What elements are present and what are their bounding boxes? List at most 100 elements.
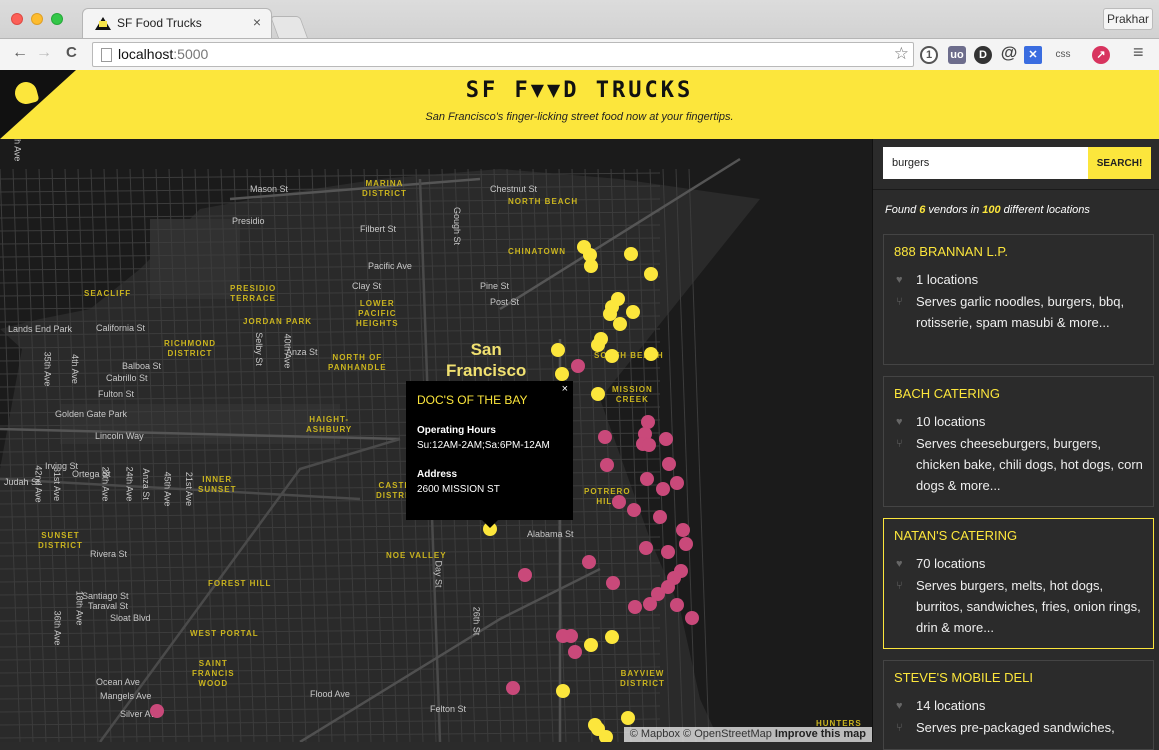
vendor-serves-text: Serves garlic noodles, burgers, bbq, rot… xyxy=(916,294,1125,330)
truck-marker[interactable] xyxy=(659,432,673,446)
map[interactable]: Mason St Chestnut St Filbert St Gough St Pac… xyxy=(0,139,872,742)
vendor-locations: ♥ 14 locations xyxy=(894,695,1143,716)
truck-marker[interactable] xyxy=(518,568,532,582)
vendor-card[interactable]: STEVE'S MOBILE DELI ♥ 14 locations ⑂ Serve… xyxy=(883,660,1154,750)
truck-marker[interactable] xyxy=(584,638,598,652)
truck-marker[interactable] xyxy=(621,711,635,725)
tab-close-icon[interactable]: × xyxy=(253,14,261,30)
vendor-card[interactable]: 888 BRANNAN L.P. ♥ 1 locations ⑂ Serves ga… xyxy=(883,234,1154,365)
bookmark-star-icon[interactable]: ☆ xyxy=(894,44,909,64)
truck-marker[interactable] xyxy=(612,495,626,509)
truck-marker[interactable] xyxy=(643,597,657,611)
truck-marker[interactable] xyxy=(582,555,596,569)
window-maximize-button[interactable] xyxy=(51,13,63,25)
page-icon xyxy=(101,48,112,62)
popup-close-icon[interactable]: × xyxy=(562,383,568,395)
truck-marker[interactable] xyxy=(670,598,684,612)
extension-d-icon[interactable]: D xyxy=(974,46,992,64)
menu-icon[interactable]: ≡ xyxy=(1133,42,1144,63)
url-port: :5000 xyxy=(173,46,209,62)
reload-icon[interactable]: C xyxy=(66,44,77,61)
extension-css-icon[interactable]: css xyxy=(1050,46,1076,64)
truck-marker[interactable] xyxy=(679,537,693,551)
truck-marker[interactable] xyxy=(605,630,619,644)
cutlery-icon: ⑂ xyxy=(896,722,903,734)
vendor-card-active[interactable]: NATAN'S CATERING ♥ 70 locations ⑂ Serves b… xyxy=(883,518,1154,649)
vendor-locations-text: 1 locations xyxy=(916,272,979,287)
vendor-locations: ♥ 1 locations xyxy=(894,269,1143,290)
truck-popup: × DOC'S OF THE BAY Operating Hours Su:12… xyxy=(406,381,573,528)
truck-marker[interactable] xyxy=(642,438,656,452)
truck-marker[interactable] xyxy=(603,307,617,321)
truck-marker[interactable] xyxy=(685,611,699,625)
window-minimize-button[interactable] xyxy=(31,13,43,25)
truck-marker[interactable] xyxy=(556,629,570,643)
vendor-name: BACH CATERING xyxy=(894,386,1000,401)
popup-address-label: Address xyxy=(417,469,458,480)
search-input[interactable] xyxy=(883,147,1088,179)
map-attribution: © Mapbox © OpenStreetMap Improve this ma… xyxy=(623,727,872,742)
forward-arrow-icon[interactable]: → xyxy=(36,44,52,62)
truck-marker[interactable] xyxy=(150,704,164,718)
truck-marker[interactable] xyxy=(556,684,570,698)
truck-marker[interactable] xyxy=(656,482,670,496)
truck-marker[interactable] xyxy=(506,681,520,695)
truck-marker[interactable] xyxy=(568,645,582,659)
vendor-locations: ♥ 10 locations xyxy=(894,411,1143,432)
extension-1-icon[interactable]: 1 xyxy=(920,46,938,64)
truck-marker[interactable] xyxy=(613,317,627,331)
vendor-card[interactable]: BACH CATERING ♥ 10 locations ⑂ Serves chee… xyxy=(883,376,1154,507)
truck-marker[interactable] xyxy=(644,267,658,281)
vendor-serves: ⑂ Serves garlic noodles, burgers, bbq, ro… xyxy=(894,291,1143,333)
truck-marker[interactable] xyxy=(555,367,569,381)
window-close-button[interactable] xyxy=(11,13,23,25)
popup-title: DOC'S OF THE BAY xyxy=(417,393,528,407)
extension-at-icon[interactable]: @ xyxy=(1000,44,1018,62)
truck-marker[interactable] xyxy=(624,247,638,261)
back-arrow-icon[interactable]: ← xyxy=(12,44,28,62)
truck-marker[interactable] xyxy=(641,415,655,429)
search-button[interactable]: SEARCH! xyxy=(1088,147,1151,179)
vendor-serves: ⑂ Serves burgers, melts, hot dogs, burrit… xyxy=(894,575,1143,638)
truck-marker[interactable] xyxy=(653,510,667,524)
truck-marker[interactable] xyxy=(571,359,585,373)
truck-marker[interactable] xyxy=(670,476,684,490)
browser-chrome: SF Food Trucks × Prakhar ← → C localhost… xyxy=(0,0,1159,70)
truck-marker[interactable] xyxy=(639,541,653,555)
truck-marker[interactable] xyxy=(598,430,612,444)
location-pin-icon: ♥ xyxy=(896,700,903,712)
profile-button[interactable]: Prakhar xyxy=(1103,8,1153,30)
sidebar: SEARCH! Found 6 vendors in 100 different… xyxy=(872,139,1159,750)
address-bar[interactable]: localhost:5000 ☆ xyxy=(92,42,914,67)
truck-marker[interactable] xyxy=(661,545,675,559)
truck-marker[interactable] xyxy=(644,347,658,361)
truck-marker[interactable] xyxy=(626,305,640,319)
extension-ublock-icon[interactable]: uo xyxy=(948,46,966,64)
truck-marker[interactable] xyxy=(628,600,642,614)
truck-marker[interactable] xyxy=(591,387,605,401)
vendor-locations-text: 10 locations xyxy=(916,414,986,429)
improve-map-link[interactable]: Improve this map xyxy=(775,728,866,740)
tab-sf-food-trucks[interactable]: SF Food Trucks × xyxy=(82,8,272,38)
truck-marker[interactable] xyxy=(640,472,654,486)
truck-marker[interactable] xyxy=(662,457,676,471)
truck-marker[interactable] xyxy=(551,343,565,357)
attribution-text: © Mapbox © OpenStreetMap xyxy=(629,728,772,740)
extension-trend-icon[interactable]: ↗ xyxy=(1092,46,1110,64)
vendor-locations-text: 70 locations xyxy=(916,556,986,571)
found-middle: vendors in xyxy=(925,204,983,216)
url-host: localhost xyxy=(118,46,174,62)
truck-marker[interactable] xyxy=(591,338,605,352)
truck-marker[interactable] xyxy=(600,458,614,472)
truck-marker[interactable] xyxy=(605,349,619,363)
url-text: localhost:5000 xyxy=(118,46,208,62)
app-header: SF F▼▼D TRUCKS San Francisco's finger-li… xyxy=(0,70,1159,139)
truck-marker[interactable] xyxy=(676,523,690,537)
new-tab-button[interactable] xyxy=(269,16,309,38)
location-pin-icon: ♥ xyxy=(896,416,903,428)
truck-marker[interactable] xyxy=(584,259,598,273)
divider xyxy=(873,189,1159,190)
truck-marker[interactable] xyxy=(627,503,641,517)
truck-marker[interactable] xyxy=(606,576,620,590)
extension-x-icon[interactable]: ✕ xyxy=(1024,46,1042,64)
